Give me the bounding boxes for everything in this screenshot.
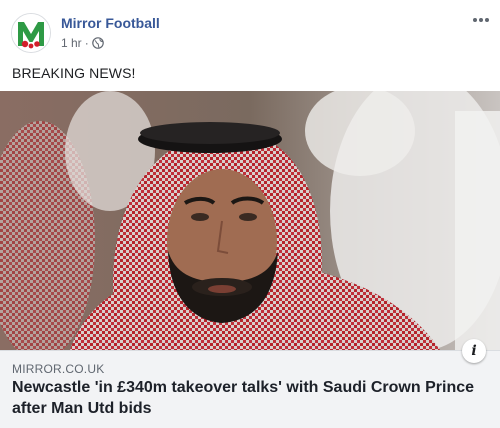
more-horizontal-icon [473, 18, 477, 22]
mirror-football-logo [12, 14, 50, 52]
link-preview[interactable]: MIRROR.CO.UK Newcastle 'in £340m takeove… [0, 350, 500, 428]
more-options-button[interactable] [470, 11, 492, 29]
info-button[interactable]: i [462, 339, 486, 363]
post-timestamp[interactable]: 1 hr [61, 36, 82, 50]
page-avatar[interactable] [11, 13, 51, 53]
post-header: Mirror Football 1 hr · [0, 0, 500, 60]
more-dot [485, 18, 489, 22]
link-headline[interactable]: Newcastle 'in £340m takeover talks' with… [12, 377, 488, 419]
post-meta: 1 hr · [61, 36, 104, 50]
meta-separator: · [84, 36, 89, 50]
more-dot [479, 18, 483, 22]
info-icon: i [471, 343, 477, 359]
link-preview-image[interactable] [0, 91, 500, 350]
facebook-post: Mirror Football 1 hr · BREAKING NEWS! MI… [0, 0, 500, 428]
post-message: BREAKING NEWS! [12, 65, 136, 81]
globe-icon[interactable] [91, 37, 104, 49]
link-domain: MIRROR.CO.UK [12, 362, 105, 376]
page-name[interactable]: Mirror Football [61, 15, 160, 31]
crown-prince-photo [0, 91, 500, 350]
